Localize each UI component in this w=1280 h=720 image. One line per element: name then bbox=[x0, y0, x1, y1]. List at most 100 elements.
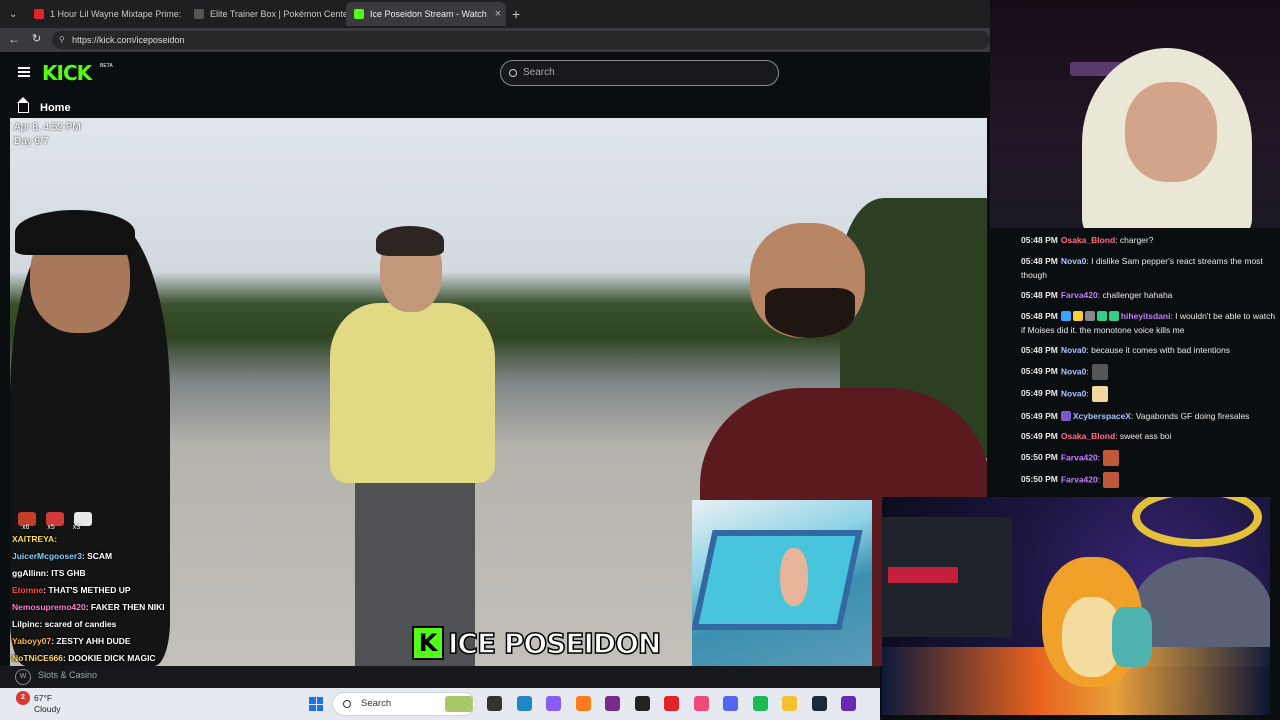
overlay-chat-text: : scared of candies bbox=[39, 619, 117, 629]
podcast-icon[interactable] bbox=[605, 696, 620, 711]
taskbar-search-label: Search bbox=[361, 698, 392, 709]
search-icon bbox=[343, 700, 351, 708]
chat-username[interactable]: Nova0 bbox=[1061, 366, 1087, 376]
app-red-icon[interactable] bbox=[664, 696, 679, 711]
user-badge-icon bbox=[1072, 311, 1083, 322]
pool bbox=[692, 530, 863, 630]
user-badge-icon bbox=[1084, 311, 1095, 322]
chat-time: 05:49 PM bbox=[1021, 431, 1058, 441]
firefox-icon[interactable] bbox=[575, 696, 591, 711]
pip-video-pool bbox=[692, 500, 872, 666]
tab-lil-wayne[interactable]: 1 Hour Lil Wayne Mixtape Prime: × bbox=[26, 2, 186, 26]
search-placeholder: Search bbox=[523, 67, 555, 78]
url-field[interactable]: ⚲ https://kick.com/iceposeidon bbox=[52, 31, 990, 49]
discord-icon[interactable] bbox=[723, 696, 738, 711]
chat-message: 05:48 PM Nova0: I dislike Sam pepper's re… bbox=[1021, 254, 1280, 282]
overlay-badges: x6 x5 x3 bbox=[18, 512, 100, 531]
weather-temp[interactable]: 67°F bbox=[34, 693, 52, 703]
chat-text: : bbox=[1097, 451, 1101, 462]
chat-username[interactable]: Nova0 bbox=[1061, 345, 1087, 355]
chat-text: : because it comes with bad intentions bbox=[1086, 345, 1231, 355]
slots-strip[interactable]: W Slots & Casino bbox=[0, 666, 880, 688]
banner-text: ICE POSEIDON bbox=[447, 626, 662, 661]
chat-message: 05:49 PM XcyberspaceX: Vagabonds GF doing… bbox=[1021, 409, 1280, 423]
tab-elite-trainer-box[interactable]: Elite Trainer Box | Pokémon Cente × bbox=[186, 2, 346, 26]
steam-icon[interactable] bbox=[811, 696, 827, 711]
chat-panel: 05:48 PM Osaka_Blond: charger? 05:48 PM Nov… bbox=[1010, 228, 1280, 492]
task-view-icon[interactable] bbox=[487, 696, 502, 711]
pip-person bbox=[780, 548, 808, 606]
user-badge-icon bbox=[1108, 311, 1119, 322]
chat-username[interactable]: Farva420 bbox=[1061, 290, 1098, 300]
chat-emote-icon bbox=[1103, 449, 1120, 466]
chat-emote-icon bbox=[1091, 363, 1108, 380]
beta-tag: BETA bbox=[100, 63, 113, 69]
site-info-icon[interactable]: ⚲ bbox=[59, 31, 65, 49]
tab-ice-poseidon[interactable]: Ice Poseidon Stream - Watch × bbox=[346, 2, 506, 26]
chat-message: 05:49 PM Nova0: bbox=[1021, 363, 1280, 380]
itunes-icon[interactable] bbox=[693, 696, 709, 711]
spotify-icon[interactable] bbox=[752, 696, 768, 711]
chat-username[interactable]: hiheyitsdani bbox=[1121, 311, 1171, 321]
windows-start-icon[interactable] bbox=[309, 697, 323, 711]
person-middle-hair bbox=[376, 226, 444, 256]
chat-text: : bbox=[1086, 388, 1089, 399]
file-explorer-icon[interactable] bbox=[782, 696, 797, 711]
chat-username[interactable]: Farva420 bbox=[1061, 474, 1098, 484]
chat-time: 05:49 PM bbox=[1021, 388, 1058, 399]
kick-favicon-icon bbox=[354, 9, 364, 19]
windows-taskbar: 2 67°F Cloudy Search bbox=[0, 688, 880, 720]
overlay-chat-user: XAITREYA: bbox=[12, 534, 58, 544]
tab-label: Elite Trainer Box | Pokémon Cente bbox=[210, 9, 346, 19]
overlay-chat-line: Yaboyy07: ZESTY AHH DUDE bbox=[12, 633, 212, 650]
ice-poseidon-banner: K ICE POSEIDON bbox=[412, 624, 662, 662]
copilot-icon[interactable] bbox=[546, 696, 561, 711]
url-text: https://kick.com/iceposeidon bbox=[72, 35, 185, 45]
person-left-cap bbox=[15, 210, 135, 255]
chat-time: 05:48 PM bbox=[1021, 235, 1058, 245]
home-nav[interactable]: Home bbox=[0, 97, 175, 118]
close-tab-icon[interactable]: × bbox=[495, 8, 501, 20]
search-highlight-icon bbox=[445, 696, 473, 712]
kick-logo[interactable]: KICK bbox=[42, 61, 92, 85]
chat-time: 05:48 PM bbox=[1021, 345, 1058, 355]
chat-message: 05:49 PM Osaka_Blond: sweet ass boi bbox=[1021, 429, 1280, 443]
search-icon bbox=[509, 69, 517, 77]
chat-username[interactable]: Nova0 bbox=[1061, 256, 1087, 266]
overlay-chat-text: : ITS GHB bbox=[46, 568, 86, 578]
overlay-chat-line: JuicerMcgooser3: SCAM bbox=[12, 548, 212, 565]
person-right-beard bbox=[765, 288, 855, 338]
obs-icon[interactable] bbox=[634, 696, 650, 711]
back-arrow-icon[interactable]: ← bbox=[8, 32, 20, 46]
tab-list-button[interactable]: ⌄ bbox=[4, 2, 22, 26]
stadium-sign bbox=[888, 567, 958, 583]
overlay-chat-line: NoTNiCE666: DOOKIE DICK MAGIC bbox=[12, 650, 212, 667]
chat-username[interactable]: XcyberspaceX bbox=[1073, 411, 1131, 421]
overlay-chat-user: JuicerMcgooser3 bbox=[12, 551, 82, 561]
chat-message: 05:50 PM Farva420: bbox=[1021, 472, 1280, 488]
chat-text: : sweet ass boi bbox=[1115, 431, 1172, 441]
chat-username[interactable]: Osaka_Blond bbox=[1061, 431, 1115, 441]
chat-time: 05:50 PM bbox=[1021, 474, 1058, 485]
chat-username[interactable]: Osaka_Blond bbox=[1061, 235, 1115, 245]
badge-count: x3 bbox=[72, 524, 81, 531]
chat-text: : Vagabonds GF doing firesales bbox=[1130, 410, 1250, 421]
chat-username[interactable]: Nova0 bbox=[1061, 388, 1087, 398]
overlay-chat-text: : FAKER THEN NIKI bbox=[85, 602, 165, 612]
taskbar-search[interactable]: Search bbox=[332, 692, 476, 716]
reload-icon[interactable]: ↻ bbox=[32, 32, 41, 45]
chat-username[interactable]: Farva420 bbox=[1061, 452, 1098, 462]
overlay-chat-text: : ZESTY AHH DUDE bbox=[51, 636, 131, 646]
dragonite-wing bbox=[1112, 607, 1152, 667]
person-middle-shirt bbox=[330, 303, 495, 483]
new-tab-button[interactable]: + bbox=[508, 2, 528, 26]
edge-icon[interactable] bbox=[516, 696, 532, 711]
search-input[interactable]: Search bbox=[500, 60, 779, 86]
overlay-chat-user: ggAllinn bbox=[12, 568, 46, 578]
weather-condition[interactable]: Cloudy bbox=[34, 704, 60, 714]
chat-time: 05:48 PM bbox=[1021, 255, 1058, 266]
stage-ring bbox=[1132, 497, 1262, 547]
app-purple-icon[interactable] bbox=[841, 696, 856, 711]
overlay-chat-line: Nemosupremo420: FAKER THEN NIKI bbox=[12, 599, 212, 616]
menu-icon[interactable] bbox=[18, 67, 30, 77]
